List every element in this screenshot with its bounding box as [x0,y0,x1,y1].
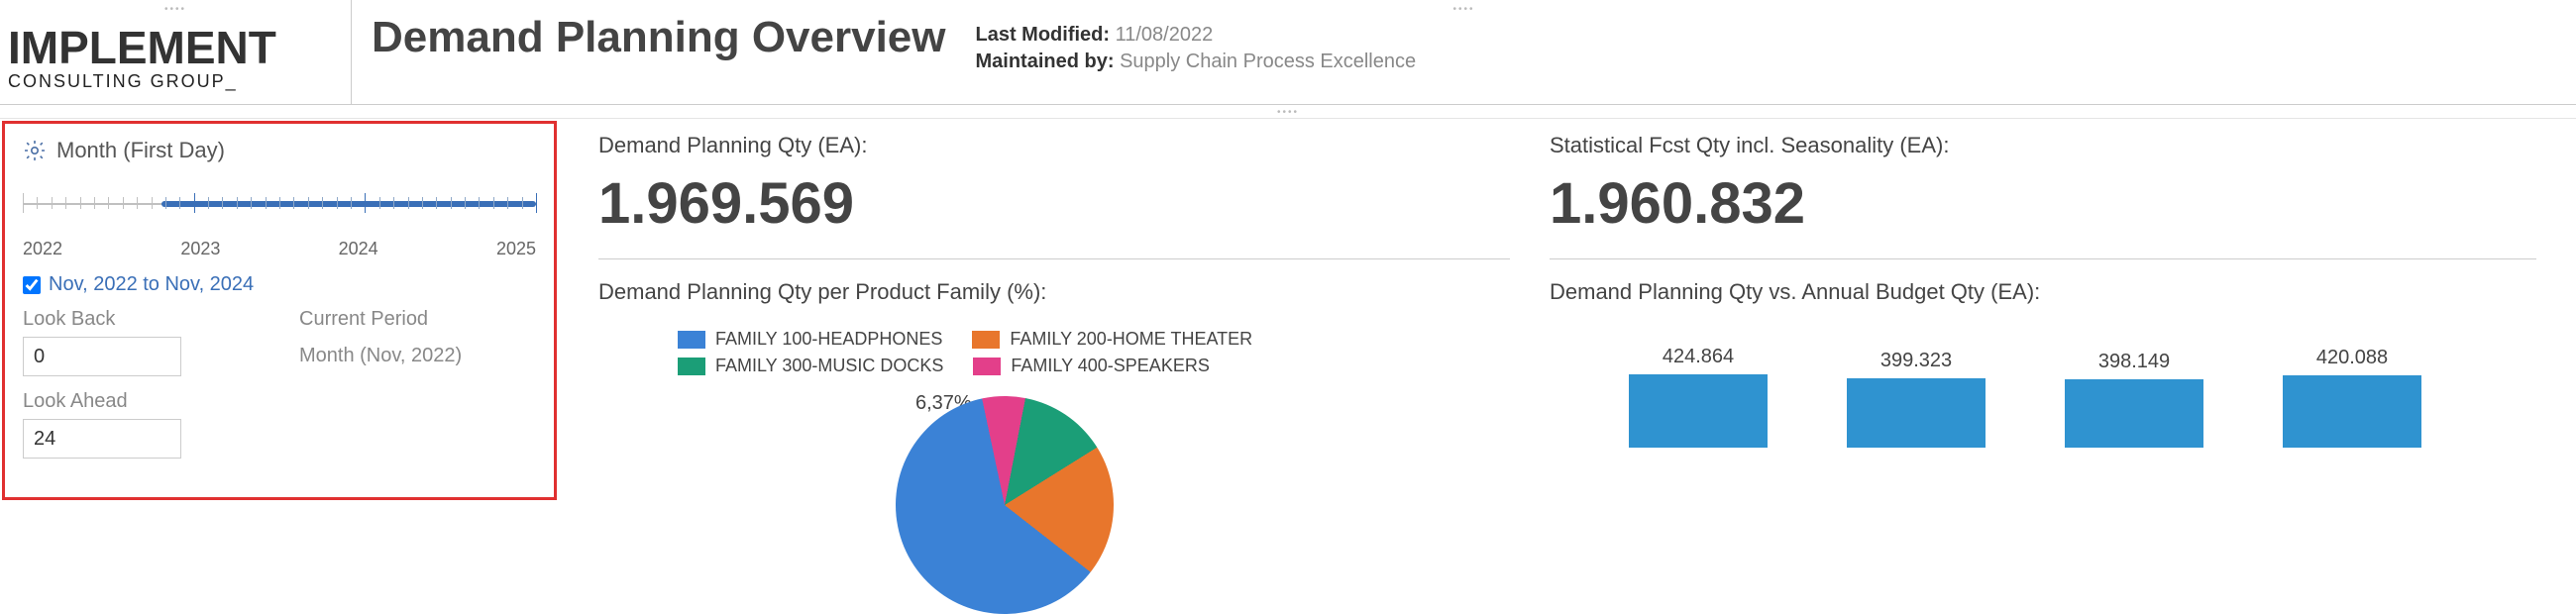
slider-year-labels: 2022 2023 2024 2025 [23,239,536,259]
logo-cell: •••• IMPLEMENT CONSULTING GROUP_ [0,0,352,104]
time-filter-panel: Month (First Day) 2022 2023 2024 2025 No… [2,121,557,500]
legend-label: FAMILY 400-SPEAKERS [1011,356,1209,376]
drag-handle-icon[interactable]: •••• [1452,4,1474,15]
logo-main: IMPLEMENT [8,24,343,71]
stat-fcst-label: Statistical Fcst Qty incl. Seasonality (… [1550,133,2536,158]
title-cell: •••• Demand Planning Overview Last Modif… [352,0,2576,104]
pie-chart: 6,37% [598,396,1510,495]
demand-qty-value: 1.969.569 [598,170,1510,237]
last-modified-value: 11/08/2022 [1116,24,1214,46]
date-range-checkbox[interactable]: Nov, 2022 to Nov, 2024 [23,273,536,296]
bar [2283,375,2421,448]
divider [598,258,1510,259]
settings-icon[interactable] [23,139,47,162]
bar-value-label: 398.149 [2098,351,2170,373]
legend-swatch [973,358,1001,375]
slider-year: 2025 [496,239,536,259]
slider-year: 2022 [23,239,62,259]
look-ahead-input[interactable] [23,419,181,459]
legend-swatch [678,358,705,375]
look-ahead-label: Look Ahead [23,390,260,413]
bar-group: 420.088 [2263,347,2441,448]
legend-item[interactable]: FAMILY 200-HOME THEATER [972,329,1252,350]
bar-value-label: 420.088 [2316,347,2388,369]
current-period-label: Current Period [299,308,536,331]
logo-sub: CONSULTING GROUP_ [8,71,343,92]
pie-legend: FAMILY 100-HEADPHONES FAMILY 200-HOME THE… [598,329,1510,376]
bar-group: 399.323 [1827,350,2005,448]
separator: •••• [0,105,2576,119]
right-column: Statistical Fcst Qty incl. Seasonality (… [1550,133,2576,502]
demand-qty-label: Demand Planning Qty (EA): [598,133,1510,158]
bar-value-label: 424.864 [1663,346,1734,368]
stat-fcst-value: 1.960.832 [1550,170,2536,237]
bar [1847,378,1986,448]
maintained-by-label: Maintained by: [976,51,1115,72]
current-period-value: Month (Nov, 2022) [299,337,536,367]
legend-item[interactable]: FAMILY 300-MUSIC DOCKS [678,356,943,376]
last-modified-label: Last Modified: [976,24,1111,46]
bar-chart: 424.864 399.323 398.149 420.088 [1550,329,2536,448]
legend-swatch [972,331,1000,349]
bar-group: 398.149 [2045,351,2223,448]
drag-handle-icon[interactable]: •••• [164,4,186,15]
legend-item[interactable]: FAMILY 400-SPEAKERS [973,356,1209,376]
bar [2065,379,2203,448]
date-range-checkbox-input[interactable] [23,276,41,294]
slider-year: 2024 [339,239,378,259]
look-back-input[interactable] [23,337,181,376]
left-column: Demand Planning Qty (EA): 1.969.569 Dema… [598,133,1550,502]
maintained-by-value: Supply Chain Process Excellence [1120,51,1416,72]
legend-swatch [678,331,705,349]
header-meta: Last Modified: 11/08/2022 Maintained by:… [976,14,1417,77]
legend-label: FAMILY 300-MUSIC DOCKS [715,356,943,376]
filter-title: Month (First Day) [56,138,225,163]
header: •••• IMPLEMENT CONSULTING GROUP_ •••• De… [0,0,2576,105]
page-title: Demand Planning Overview [372,14,976,61]
slider-year: 2023 [180,239,220,259]
bar [1629,374,1768,448]
bar-chart-title: Demand Planning Qty vs. Annual Budget Qt… [1550,279,2536,305]
legend-label: FAMILY 100-HEADPHONES [715,329,942,350]
time-slider[interactable] [23,179,536,233]
date-range-text: Nov, 2022 to Nov, 2024 [49,273,254,296]
legend-label: FAMILY 200-HOME THEATER [1010,329,1252,350]
bar-group: 424.864 [1609,346,1787,448]
pie-chart-title: Demand Planning Qty per Product Family (… [598,279,1510,305]
drag-handle-icon[interactable]: •••• [1277,107,1299,118]
pie-graphic [896,396,1114,614]
bar-value-label: 399.323 [1880,350,1952,372]
look-back-label: Look Back [23,308,260,331]
legend-item[interactable]: FAMILY 100-HEADPHONES [678,329,942,350]
divider [1550,258,2536,259]
